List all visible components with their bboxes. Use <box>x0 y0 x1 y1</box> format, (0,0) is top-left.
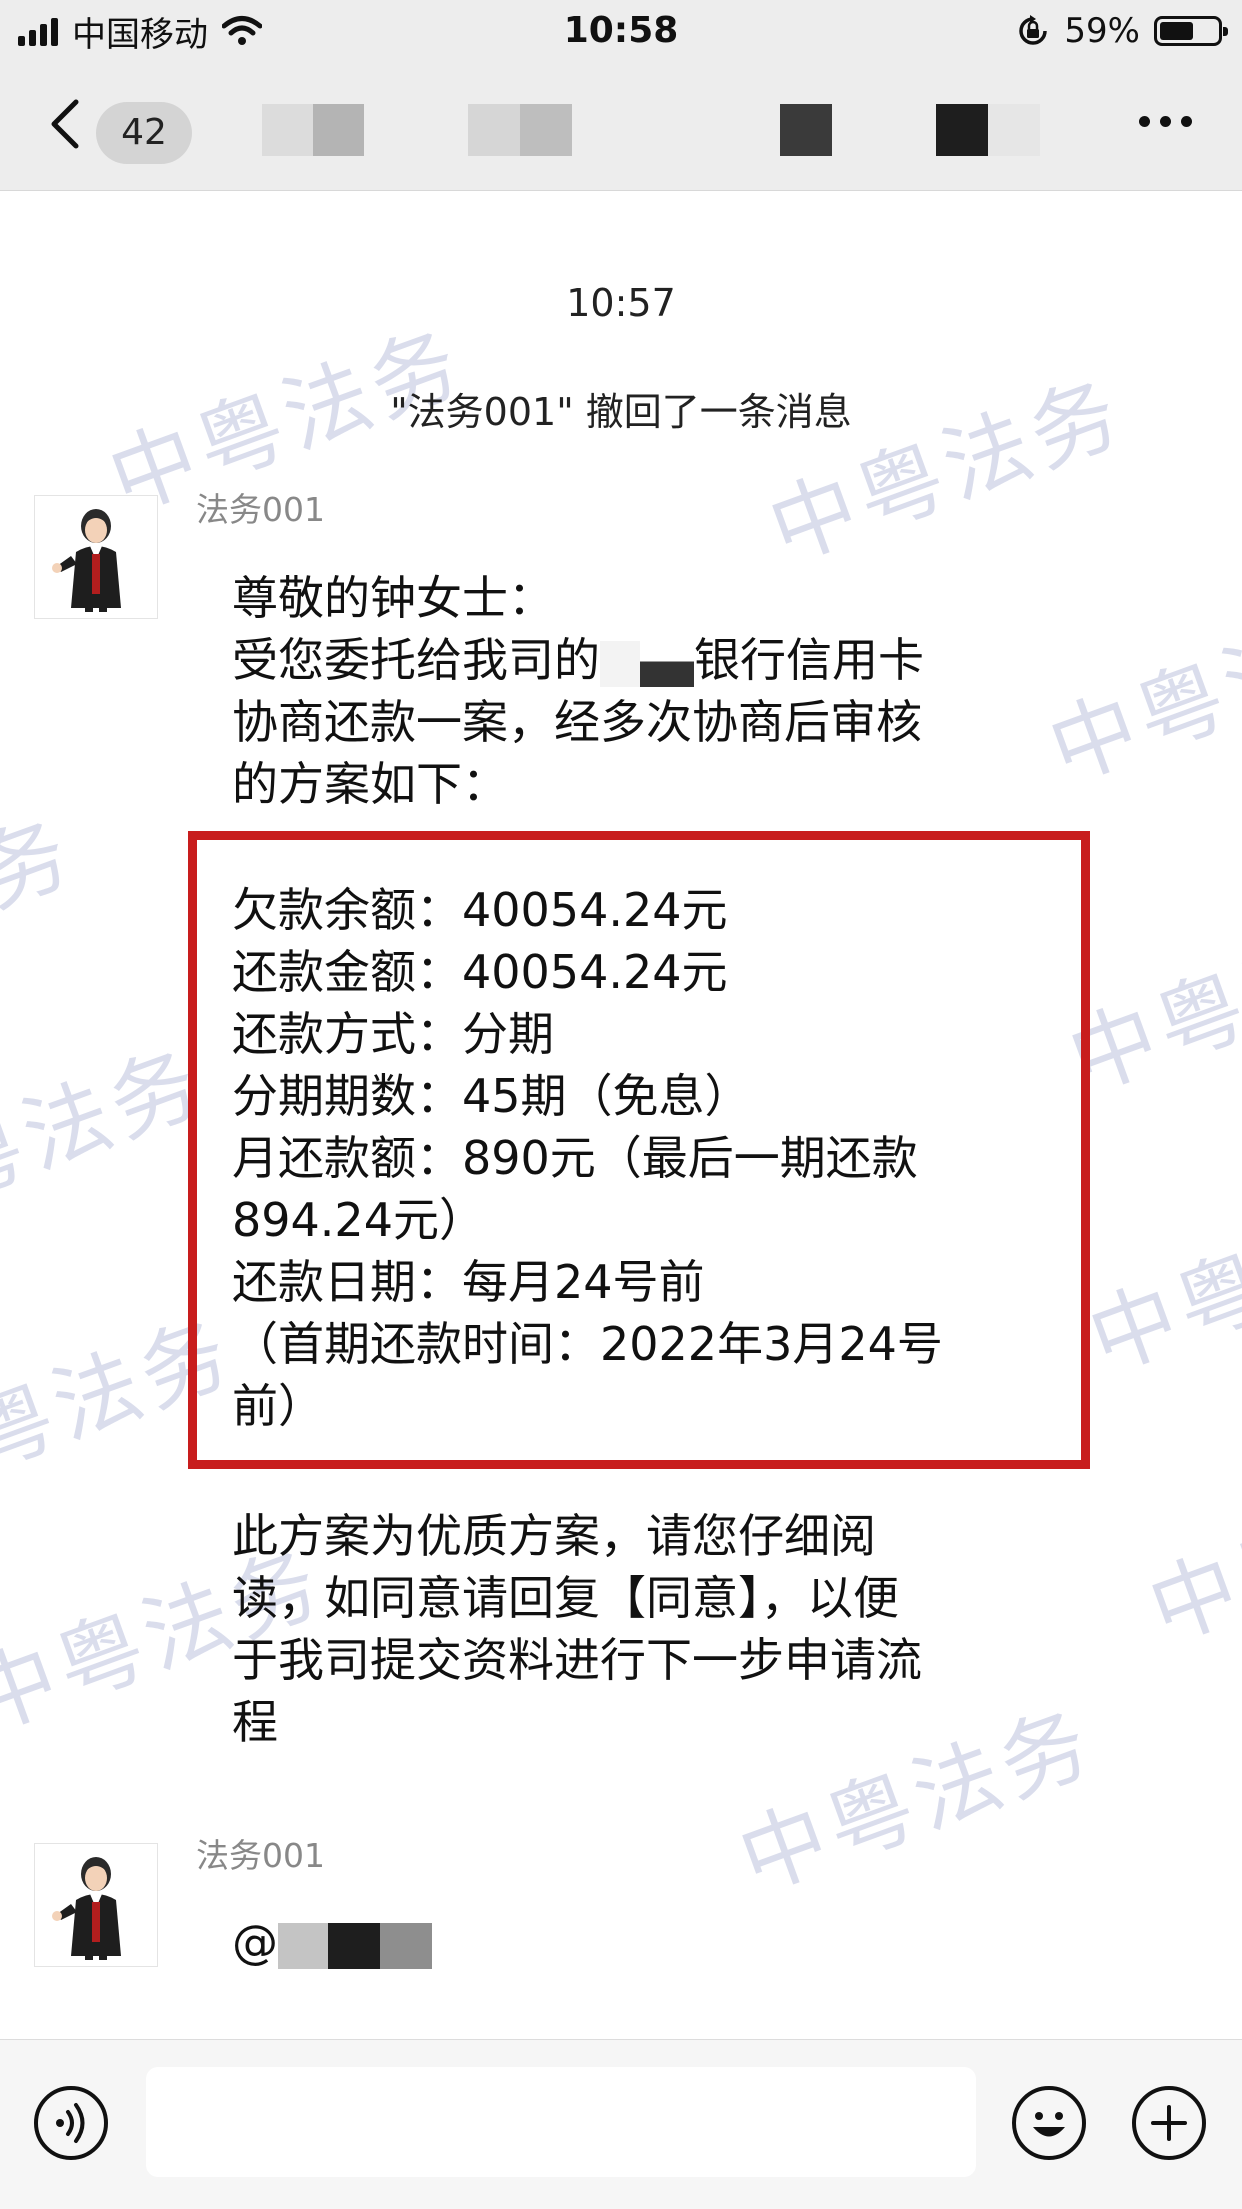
orientation-lock-icon <box>1019 15 1048 45</box>
plan-line: （首期还款时间：2022年3月24号 <box>232 1317 943 1371</box>
sender-name: 法务001 <box>196 490 325 529</box>
battery-icon <box>1154 16 1228 46</box>
status-right: 59% <box>1016 8 1228 54</box>
closing-line: 此方案为优质方案，请您仔细阅 <box>232 1509 876 1563</box>
lawyer-avatar-icon <box>52 509 121 612</box>
intro-line: 协商还款一案，经多次协商后审核 <box>232 695 922 749</box>
redacted-title-block <box>468 104 572 156</box>
message-input[interactable] <box>146 2067 976 2177</box>
system-recall-notice: "法务001" 撤回了一条消息 <box>390 390 852 434</box>
back-chevron-icon[interactable] <box>40 94 100 154</box>
add-icon[interactable] <box>1132 2086 1206 2160</box>
smiley-face-icon <box>1033 2112 1065 2137</box>
voice-icon[interactable] <box>34 2086 108 2160</box>
lawyer-avatar-icon <box>52 1857 121 1960</box>
intro-line: 的方案如下： <box>232 757 508 811</box>
plan-line: 894.24元） <box>232 1193 485 1247</box>
plan-line: 还款方式：分期 <box>232 1007 554 1061</box>
redacted-name <box>278 1922 328 1969</box>
plus-icon <box>1151 2105 1187 2141</box>
chat-area[interactable]: 中粤法务 中粤法务 中粤法务 中粤法务 中粤法务 中粤法务 中粤法务 中粤法务 … <box>0 191 1242 2039</box>
watermark: 中粤法务 <box>0 1031 217 1252</box>
sender-name: 法务001 <box>196 1836 325 1875</box>
redacted-bank-name <box>600 640 640 687</box>
watermark: 中粤法务 <box>756 361 1137 582</box>
message-intro[interactable]: 尊敬的钟女士： 受您委托给我司的 银行信用卡 协商还款一案，经多次协商后审核 的方… <box>232 567 1022 815</box>
redacted-title-block <box>262 104 364 156</box>
intro-line: 受您委托给我司的 <box>232 633 600 687</box>
intro-line: 银行信用卡 <box>694 633 924 687</box>
watermark: 中粤法务 <box>1036 581 1242 802</box>
closing-line: 于我司提交资料进行下一步申请流 <box>232 1633 922 1687</box>
redacted-title-block <box>780 104 832 156</box>
plan-line: 前） <box>232 1379 324 1433</box>
battery-percent: 59% <box>1064 11 1140 51</box>
mention-at: @ <box>232 1915 278 1969</box>
battery-level <box>1160 22 1193 40</box>
chat-header: 42 <box>0 62 1242 191</box>
redacted-bank-name <box>640 640 694 687</box>
watermark: 中粤法务 <box>1136 1441 1242 1662</box>
closing-line: 程 <box>232 1695 278 1749</box>
watermark: 中粤法务 <box>0 801 87 1022</box>
sender-avatar[interactable] <box>34 1843 158 1967</box>
plan-line: 还款金额：40054.24元 <box>232 945 728 999</box>
intro-line: 尊敬的钟女士： <box>232 571 554 625</box>
voice-waves-icon <box>56 2103 85 2143</box>
plan-line: 月还款额：890元（最后一期还款 <box>232 1131 918 1185</box>
input-bar <box>0 2039 1242 2209</box>
status-bar: 中国移动 10:58 59% <box>0 0 1242 62</box>
emoji-icon[interactable] <box>1012 2086 1086 2160</box>
mention-message[interactable]: @ <box>232 1911 1022 1973</box>
message-closing[interactable]: 此方案为优质方案，请您仔细阅 读，如同意请回复【同意】，以便 于我司提交资料进行… <box>232 1505 1022 1753</box>
closing-line: 读，如同意请回复【同意】，以便 <box>232 1571 899 1625</box>
redacted-name <box>328 1922 380 1969</box>
plan-line: 欠款余额：40054.24元 <box>232 883 728 937</box>
redacted-name <box>380 1922 432 1969</box>
plan-line: 分期期数：45期（免息） <box>232 1069 751 1123</box>
more-icon[interactable] <box>1139 116 1192 127</box>
watermark: 中粤法务 <box>1076 1171 1242 1392</box>
unread-count-badge[interactable]: 42 <box>96 102 192 164</box>
redacted-title-block <box>936 104 1040 156</box>
repayment-plan[interactable]: 欠款余额：40054.24元 还款金额：40054.24元 还款方式：分期 分期… <box>232 879 1022 1437</box>
plan-line: 还款日期：每月24号前 <box>232 1255 705 1309</box>
message-timestamp: 10:57 <box>566 281 676 325</box>
sender-avatar[interactable] <box>34 495 158 619</box>
